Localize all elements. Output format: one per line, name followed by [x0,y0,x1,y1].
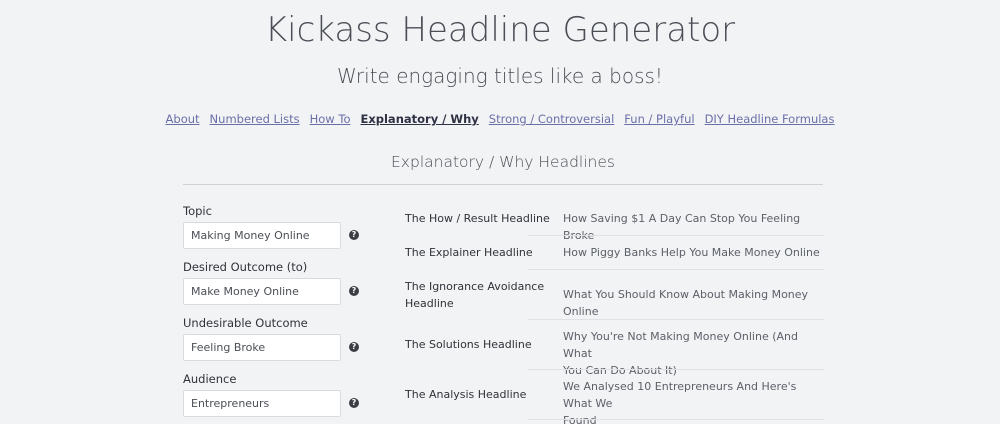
category-nav: About Numbered Lists How To Explanatory / W… [0,112,1000,126]
audience-input[interactable] [183,390,341,417]
headline-type-line: The Ignorance Avoidance [405,279,545,293]
headline-row: The Ignorance Avoidance Headline What You … [398,270,824,320]
field-topic: Topic? [183,203,363,259]
field-desired-outcome-to: Desired Outcome (to)? [183,259,363,315]
headline-example-line: What You Should Know About Making Money … [563,288,809,318]
headline-type-line: The Analysis Headline [405,388,527,401]
headline-row: The Solutions Headline Why You're Not Mak… [398,320,824,377]
row-divider [528,419,824,420]
nav-link-numbered-lists[interactable]: Numbered Lists [210,112,300,126]
headline-type-line: Headline [405,296,454,310]
page: Kickass Headline Generator Write engagin… [0,0,1000,424]
question-circle-icon[interactable]: ? [349,286,359,296]
headline-example-line: How Piggy Banks Help You Make Money Onli… [563,246,820,259]
field-label: Audience [183,372,237,386]
nav-link-explanatory-why[interactable]: Explanatory / Why [360,112,478,126]
headline-type: The Explainer Headline [405,244,553,261]
field-label: Topic [183,204,212,218]
headline-type: The Ignorance Avoidance Headline [405,278,553,312]
question-circle-icon[interactable]: ? [349,398,359,408]
question-circle-icon[interactable]: ? [349,230,359,240]
desired-outcome-to-input[interactable] [183,278,341,305]
headline-example[interactable]: How Piggy Banks Help You Make Money Onli… [563,244,823,261]
headline-example[interactable]: What You Should Know About Making Money … [563,286,823,320]
headline-example-line: We Analysed 10 Entrepreneurs And Here's … [563,379,797,410]
headline-row: The How / Result Headline How Saving $1 A… [398,202,824,242]
field-audience: Audience? [183,371,363,424]
headline-list: The How / Result Headline How Saving $1 A… [398,202,824,424]
headline-type: The How / Result Headline [405,210,553,227]
field-label: Undesirable Outcome [183,316,308,330]
nav-link-how-to[interactable]: How To [310,112,351,126]
field-label: Desired Outcome (to) [183,260,308,274]
section-divider [183,184,823,185]
headline-type-line: The Solutions Headline [405,338,532,351]
nav-link-diy-headline-formulas[interactable]: DIY Headline Formulas [705,112,835,126]
headline-type: The Analysis Headline [405,386,553,403]
nav-link-strong-controversial[interactable]: Strong / Controversial [489,112,615,126]
undesirable-outcome-input[interactable] [183,334,341,361]
nav-link-fun-playful[interactable]: Fun / Playful [624,112,694,126]
headline-type-line: The Explainer Headline [405,246,533,259]
question-circle-icon[interactable]: ? [349,342,359,352]
headline-example-line: Found [563,413,597,424]
site-title: Kickass Headline Generator [264,10,736,50]
headline-type-line: The How / Result Headline [405,212,550,225]
site-subtitle: Write engaging titles like a boss! [337,64,663,88]
headline-example[interactable]: We Analysed 10 Entrepreneurs And Here's … [563,378,823,424]
nav-link-about[interactable]: About [166,112,200,126]
field-undesirable-outcome: Undesirable Outcome? [183,315,363,371]
section-title: Explanatory / Why Headlines [391,153,615,171]
headline-row: The Analysis Headline We Analysed 10 Entr… [398,370,824,424]
headline-example-line: Why You're Not Making Money Online (And … [563,329,798,360]
topic-input[interactable] [183,222,341,249]
headline-type: The Solutions Headline [405,336,553,353]
headline-inputs-form: Topic?Desired Outcome (to)?Undesirable O… [183,203,363,424]
headline-row: The Explainer Headline How Piggy Banks He… [398,236,824,270]
